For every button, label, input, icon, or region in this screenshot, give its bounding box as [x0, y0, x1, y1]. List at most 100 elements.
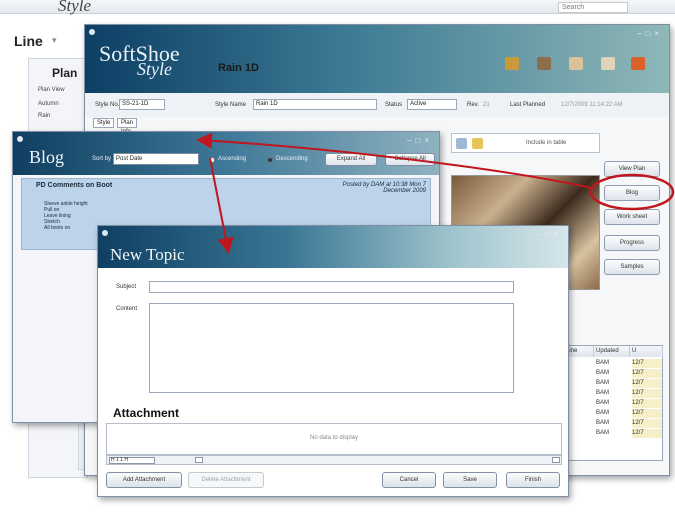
content-label: Content — [116, 306, 138, 312]
window-controls-icon[interactable]: –□× — [637, 29, 663, 38]
window-controls-icon[interactable]: –□× — [407, 136, 433, 145]
style-fields: Style No. SS-21-1D Style Name Rain 1D St… — [85, 93, 669, 117]
sort-select[interactable]: Post Date — [113, 153, 199, 165]
include-in-table-checkbox[interactable]: Include in table — [526, 140, 566, 146]
sort-label: Sort by — [92, 156, 112, 162]
bg-search-input[interactable]: Search — [558, 2, 628, 13]
post-title: PD Comments on Boot — [36, 182, 113, 189]
grid-header[interactable]: U — [630, 346, 663, 357]
scroll-right-icon[interactable] — [552, 457, 560, 463]
table-cell: 12/7 — [632, 429, 662, 438]
progress-button[interactable]: Progress — [604, 235, 660, 251]
pager[interactable]: H 1 1 H — [109, 457, 155, 464]
blog-titlebar: –□× Blog Sort by Post Date Ascending Des… — [13, 132, 439, 175]
zoom-icon[interactable] — [456, 138, 467, 149]
descending-label: Descending — [276, 156, 308, 162]
add-attachment-button[interactable]: Add Attachment — [106, 472, 182, 488]
post-items: Sleeve ankle height Pull on Leave lining… — [44, 201, 88, 231]
table-row[interactable]: BAM 12/7 — [564, 389, 663, 398]
table-row[interactable]: BAM 12/7 — [564, 419, 663, 428]
window-controls-icon[interactable]: –□× — [536, 230, 562, 239]
folder-icon[interactable] — [569, 57, 583, 70]
bg-panel-item[interactable]: Plan View — [38, 87, 65, 93]
star-icon[interactable] — [472, 138, 483, 149]
no-data-text: No data to display — [309, 435, 359, 441]
table-row[interactable]: BAM 12/7 — [564, 359, 663, 368]
new-topic-titlebar: –□× New Topic — [98, 226, 568, 268]
softshoe-titlebar: –□× SoftShoe Style Rain 1D — [85, 25, 669, 93]
finish-button[interactable]: Finish — [506, 472, 560, 488]
bg-line-title: Line — [14, 33, 43, 49]
table-row[interactable]: BAM 12/7 — [564, 379, 663, 388]
table-row[interactable]: BAM 12/7 — [564, 369, 663, 378]
bg-panel-item[interactable]: Autumn — [38, 101, 59, 107]
table-cell: 12/7 — [632, 419, 662, 428]
scroll-left-icon[interactable] — [195, 457, 203, 463]
samples-button[interactable]: Samples — [604, 259, 660, 275]
content-textarea[interactable] — [149, 303, 514, 393]
blog-title: Blog — [29, 147, 65, 167]
attachment-scrollbar[interactable]: H 1 1 H — [106, 455, 562, 465]
table-cell: 12/7 — [632, 399, 662, 408]
post-meta: Posted by DAM at 10:38 Mon 7 December 20… — [342, 182, 426, 194]
table-cell: BAM — [596, 400, 610, 406]
history-grid: Line Updated U BAM 12/7 BAM 12/7 BAM 12/7 BAM 1… — [563, 345, 663, 461]
attachment-list[interactable]: No data to display — [106, 423, 562, 455]
style-no-field[interactable]: SS-21-1D — [119, 99, 165, 110]
table-cell: BAM — [596, 430, 610, 436]
shoe-icon[interactable] — [505, 57, 519, 70]
table-cell: 12/7 — [632, 379, 662, 388]
last-planned-value: 12/7/2009 11:14:22 AM — [561, 102, 623, 108]
expand-all-button[interactable]: Expand All — [325, 153, 377, 166]
app-icon — [89, 29, 95, 35]
style-name-field[interactable]: Rain 1D — [253, 99, 377, 110]
new-topic-window: –□× New Topic Subject Content Attachment… — [97, 225, 569, 497]
attachment-heading: Attachment — [113, 406, 180, 420]
table-row[interactable]: BAM 12/7 — [564, 399, 663, 408]
ascending-label: Ascending — [218, 156, 247, 162]
post-item: All boots on — [44, 225, 71, 231]
bg-panel-item[interactable]: Rain — [38, 113, 50, 119]
rev-value: 21 — [483, 102, 490, 108]
table-row[interactable]: BAM 12/7 — [564, 409, 663, 418]
status-label: Status — [385, 102, 403, 108]
ascending-radio[interactable] — [209, 157, 215, 163]
table-cell: 12/7 — [632, 389, 662, 398]
bg-plan-title: Plan — [52, 66, 78, 80]
app-icon — [102, 230, 108, 236]
view-plan-button[interactable]: View Plan — [604, 161, 660, 177]
app-icon — [17, 136, 23, 142]
table-cell: BAM — [596, 390, 610, 396]
table-cell: BAM — [596, 420, 610, 426]
delete-attachment-button[interactable]: Delete Attachment — [188, 472, 264, 488]
style-no-label: Style No. — [95, 102, 120, 108]
table-cell: BAM — [596, 370, 610, 376]
rev-label: Rev. — [467, 102, 479, 108]
image-icon[interactable] — [537, 57, 551, 70]
collapse-all-button[interactable]: Collapse All — [385, 153, 435, 166]
photo-toolbar: Include in table — [451, 133, 600, 153]
table-cell: BAM — [596, 410, 610, 416]
cancel-button[interactable]: Cancel — [382, 472, 436, 488]
blog-button[interactable]: Blog — [604, 185, 660, 201]
export-icon[interactable] — [631, 57, 645, 70]
tab-plan-info[interactable]: Plan Info — [117, 118, 138, 135]
save-button[interactable]: Save — [443, 472, 497, 488]
chevron-down-icon[interactable]: ▾ — [52, 35, 57, 46]
tab-style[interactable]: Style — [93, 118, 115, 128]
table-cell: 12/7 — [632, 409, 662, 418]
softshoe-logo-style: Style — [137, 59, 172, 79]
work-sheet-button[interactable]: Work sheet — [604, 209, 660, 225]
table-cell: 12/7 — [632, 369, 662, 378]
table-row[interactable]: BAM 12/7 — [564, 429, 663, 438]
table-cell: BAM — [596, 360, 610, 366]
grid-header[interactable]: Updated — [594, 346, 630, 357]
subject-input[interactable] — [149, 281, 514, 293]
status-field[interactable]: Active — [407, 99, 457, 110]
new-topic-title: New Topic — [110, 245, 185, 264]
subject-label: Subject — [116, 284, 137, 290]
table-cell: 12/7 — [632, 359, 662, 368]
descending-radio[interactable] — [267, 157, 273, 163]
document-icon[interactable] — [601, 57, 615, 70]
table-cell: BAM — [596, 380, 610, 386]
